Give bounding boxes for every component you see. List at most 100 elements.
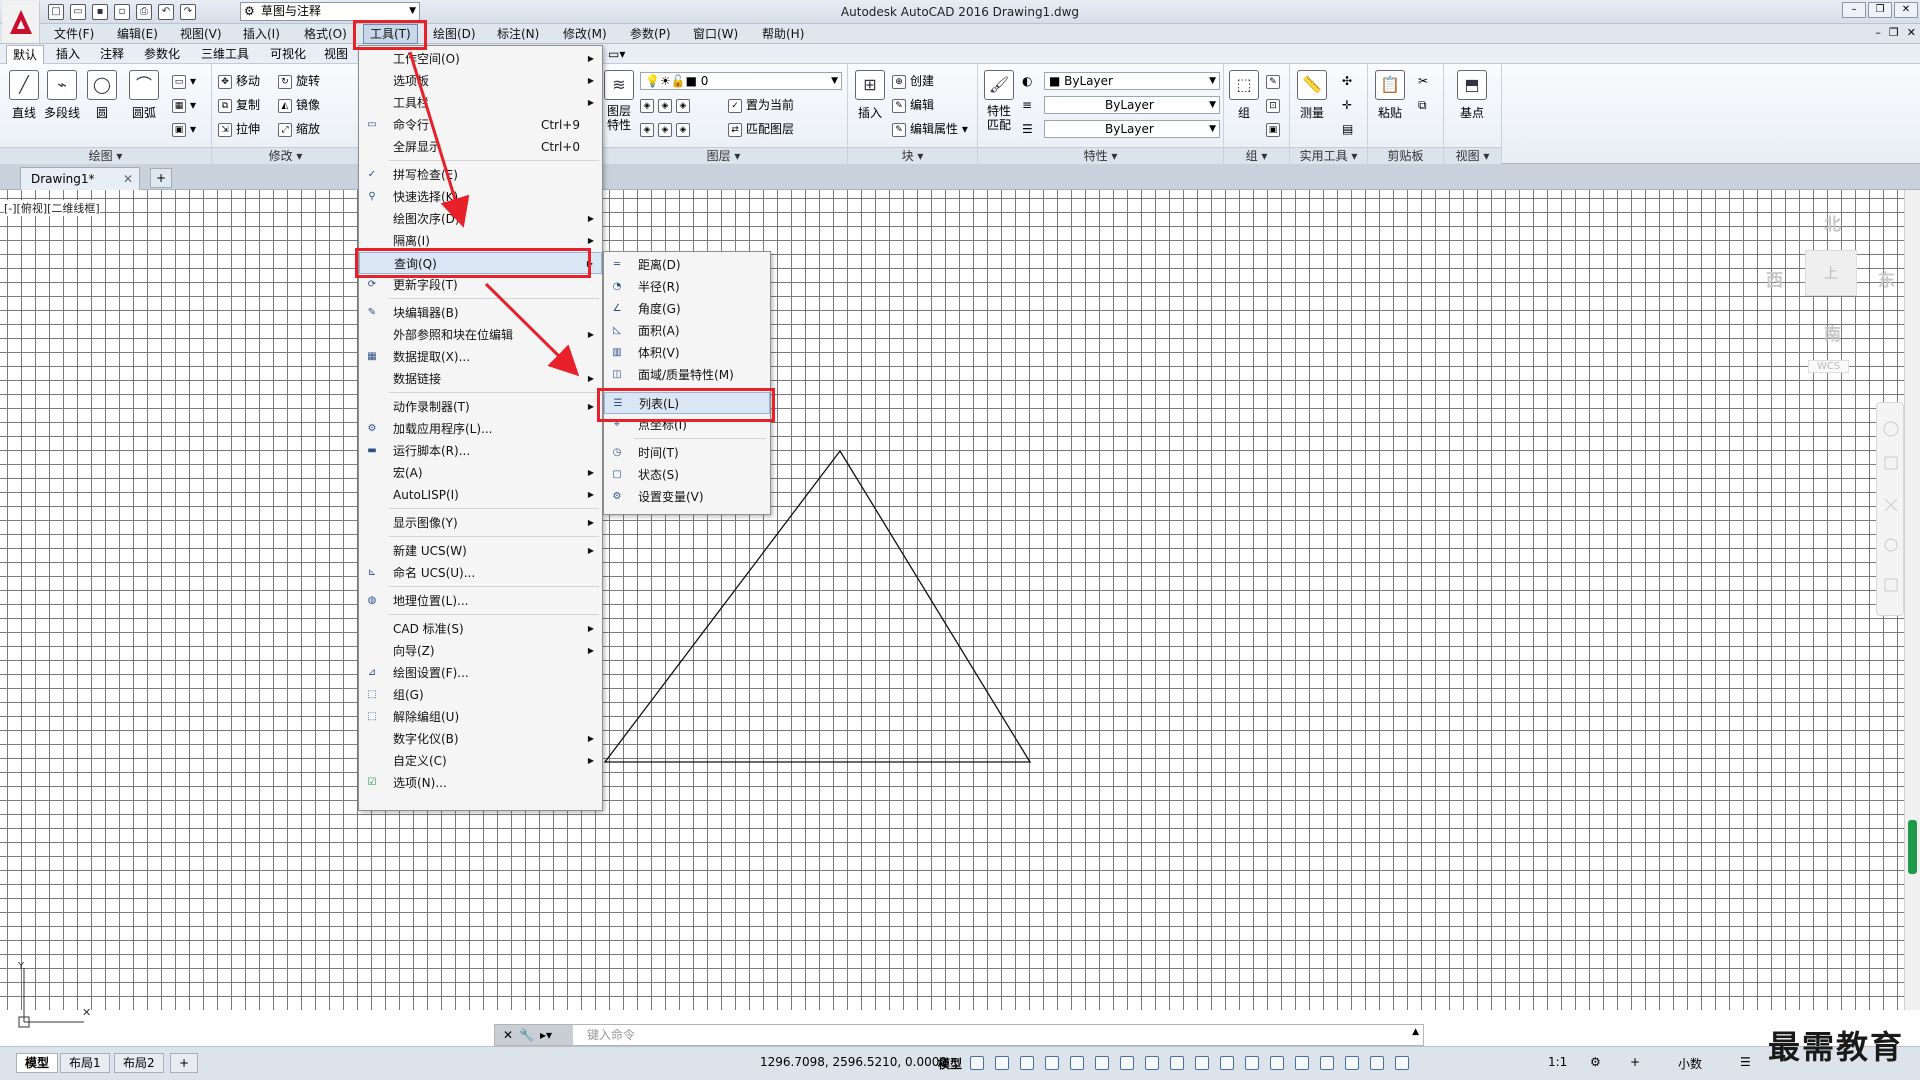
group-bounding-icon[interactable]: ▣ — [1266, 120, 1284, 138]
units-display[interactable]: 小数 — [1678, 1055, 1702, 1072]
menu-item-named-ucs[interactable]: ⊾ 命名 UCS(U)... — [359, 562, 602, 584]
undo-icon[interactable]: ↶ — [158, 4, 174, 20]
coordinate-readout[interactable]: 1296.7098, 2596.5210, 0.0000 — [760, 1055, 947, 1069]
layout-tab-model[interactable]: 模型 — [16, 1053, 59, 1073]
application-menu-button[interactable] — [2, 1, 40, 43]
menu-item-ungroup[interactable]: ⬚ 解除编组(U) — [359, 706, 602, 728]
lineweight-toggle-icon[interactable] — [1195, 1056, 1209, 1070]
viewport-controls[interactable]: [-][俯视][二维线框] — [4, 200, 100, 216]
menu-format[interactable]: 格式(O) — [304, 24, 347, 44]
doc-restore-button[interactable]: ❐ — [1889, 26, 1899, 39]
doc-minimize-button[interactable]: – — [1875, 26, 1881, 39]
quick-select-icon[interactable]: ✣ — [1342, 72, 1352, 90]
plus-icon[interactable]: + — [1630, 1055, 1640, 1069]
3d-osnap-icon[interactable] — [1270, 1056, 1284, 1070]
new-file-icon[interactable]: □ — [48, 4, 64, 20]
object-snap-icon[interactable] — [1170, 1056, 1184, 1070]
menu-item-load-application[interactable]: ⚙ 加载应用程序(L)... — [359, 418, 602, 440]
steering-wheel-icon[interactable] — [1883, 421, 1899, 437]
layer-tools-row2[interactable]: ◈ ◈ ◈ — [640, 120, 694, 138]
dynamic-input-icon[interactable] — [1045, 1056, 1059, 1070]
viewcube-south[interactable]: 南 — [1824, 320, 1841, 345]
wcs-menu[interactable]: WCS — [1808, 360, 1850, 373]
isodraft-icon[interactable] — [1120, 1056, 1134, 1070]
viewcube[interactable]: 北 西 东 南 上 WCS — [1740, 210, 1895, 373]
menu-item-palettes[interactable]: 选项板 ▶ — [359, 70, 602, 92]
create-block-button[interactable]: ⊕ 创建 — [892, 72, 934, 90]
orbit-icon[interactable] — [1884, 538, 1898, 552]
print-icon[interactable]: ⎙ — [136, 4, 152, 20]
color-combo[interactable]: ■ ByLayer ▼ — [1044, 72, 1220, 90]
document-tab-drawing1[interactable]: Drawing1* ✕ — [20, 167, 140, 190]
navigation-bar[interactable] — [1876, 402, 1904, 616]
save-as-icon[interactable]: ▫ — [114, 4, 130, 20]
menu-item-wizards[interactable]: 向导(Z) ▶ — [359, 640, 602, 662]
chevron-up-icon[interactable]: ▲ — [1412, 1027, 1419, 1037]
menu-item-update-fields[interactable]: ⟳ 更新字段(T) — [359, 274, 602, 296]
doc-close-button[interactable]: ✕ — [1907, 26, 1916, 39]
move-button[interactable]: ✥ 移动 — [218, 72, 260, 90]
menu-item-draw-order[interactable]: 绘图次序(D) ▶ — [359, 208, 602, 230]
layout-tab-layout2[interactable]: 布局2 — [114, 1053, 164, 1073]
menu-parametric[interactable]: 参数(P) — [630, 24, 671, 44]
menu-item-time[interactable]: ◷ 时间(T) — [604, 442, 770, 464]
close-icon[interactable]: ✕ — [123, 168, 133, 190]
menu-item-quick-select[interactable]: ⚲ 快速选择(K)... — [359, 186, 602, 208]
panel-layers-label[interactable]: 图层 ▾ — [600, 147, 847, 164]
menu-item-block-editor[interactable]: ✎ 块编辑器(B) — [359, 302, 602, 324]
redo-icon[interactable]: ↷ — [180, 4, 196, 20]
snap-toggle-icon[interactable] — [995, 1056, 1009, 1070]
tab-view[interactable]: 视图 — [318, 45, 354, 64]
workspace-switch-icon[interactable]: ⚙ — [1590, 1055, 1601, 1069]
tab-3d-tools[interactable]: 三维工具 — [195, 45, 255, 64]
tab-annotate[interactable]: 注释 — [94, 45, 130, 64]
menu-item-display-image[interactable]: 显示图像(Y) ▶ — [359, 512, 602, 534]
tab-insert[interactable]: 插入 — [50, 45, 86, 64]
polar-toggle-icon[interactable] — [1095, 1056, 1109, 1070]
menu-item-radius[interactable]: ◔ 半径(R) — [604, 276, 770, 298]
polyline-button[interactable]: ⌁ 多段线 — [44, 70, 80, 121]
line-button[interactable]: ╱ 直线 — [6, 70, 42, 121]
annotation-scale[interactable]: 1:1 — [1548, 1055, 1567, 1069]
panel-groups-label[interactable]: 组 ▾ — [1224, 147, 1289, 164]
infer-constraints-icon[interactable] — [1020, 1056, 1034, 1070]
save-icon[interactable]: ▪ — [92, 4, 108, 20]
menu-item-inquiry[interactable]: 查询(Q) ▶ — [359, 252, 602, 274]
rotate-button[interactable]: ↻ 旋转 — [278, 72, 320, 90]
mirror-button[interactable]: ◭ 镜像 — [278, 96, 320, 114]
scale-button[interactable]: ⤢ 缩放 — [278, 120, 320, 138]
menu-help[interactable]: 帮助(H) — [762, 24, 804, 44]
open-file-icon[interactable]: ▭ — [70, 4, 86, 20]
close-button[interactable]: ✕ — [1894, 2, 1918, 18]
menu-item-area[interactable]: ◺ 面积(A) — [604, 320, 770, 342]
insert-block-button[interactable]: ⊞ 插入 — [852, 70, 888, 121]
command-close-icon[interactable]: ✕ — [503, 1028, 513, 1042]
group-select-icon[interactable]: ⊡ — [1266, 96, 1284, 114]
menu-item-geolocation[interactable]: ◍ 地理位置(L)... — [359, 590, 602, 612]
menu-edit[interactable]: 编辑(E) — [117, 24, 158, 44]
menu-item-spell-check[interactable]: ✓ 拼写检查(E) — [359, 164, 602, 186]
copy-button[interactable]: ⧉ 复制 — [218, 96, 260, 114]
tab-home[interactable]: 默认 — [6, 45, 45, 64]
edit-block-button[interactable]: ✎ 编辑 — [892, 96, 934, 114]
menu-item-xref-edit[interactable]: 外部参照和块在位编辑 ▶ — [359, 324, 602, 346]
menu-item-toolbars[interactable]: 工具栏 ▶ — [359, 92, 602, 114]
menu-item-region-mass[interactable]: ◫ 面域/质量特性(M) — [604, 364, 770, 386]
menu-item-macro[interactable]: 宏(A) ▶ — [359, 462, 602, 484]
panel-clipboard-label[interactable]: 剪贴板 — [1368, 147, 1443, 164]
id-point-icon[interactable]: ✛ — [1342, 96, 1352, 114]
region-button[interactable]: ▣ ▾ — [172, 120, 196, 138]
menu-item-tablet[interactable]: 数字化仪(B) ▶ — [359, 728, 602, 750]
selection-cycling-icon[interactable] — [1245, 1056, 1259, 1070]
menu-item-list[interactable]: ☰ 列表(L) — [604, 392, 770, 414]
drawing-canvas[interactable] — [0, 190, 1904, 1010]
menu-item-clean-screen[interactable]: 全屏显示 Ctrl+0 — [359, 136, 602, 158]
maximize-button[interactable]: ❐ — [1868, 2, 1892, 18]
panel-utilities-label[interactable]: 实用工具 ▾ — [1290, 147, 1367, 164]
base-view-button[interactable]: ⬒ 基点 — [1454, 70, 1490, 121]
command-history-icon[interactable]: ▸▾ — [540, 1028, 552, 1042]
showmotion-icon[interactable] — [1884, 578, 1898, 592]
new-layout-button[interactable]: + — [170, 1053, 199, 1073]
new-tab-button[interactable]: + — [150, 168, 172, 188]
menu-item-isolate[interactable]: 隔离(I) ▶ — [359, 230, 602, 252]
